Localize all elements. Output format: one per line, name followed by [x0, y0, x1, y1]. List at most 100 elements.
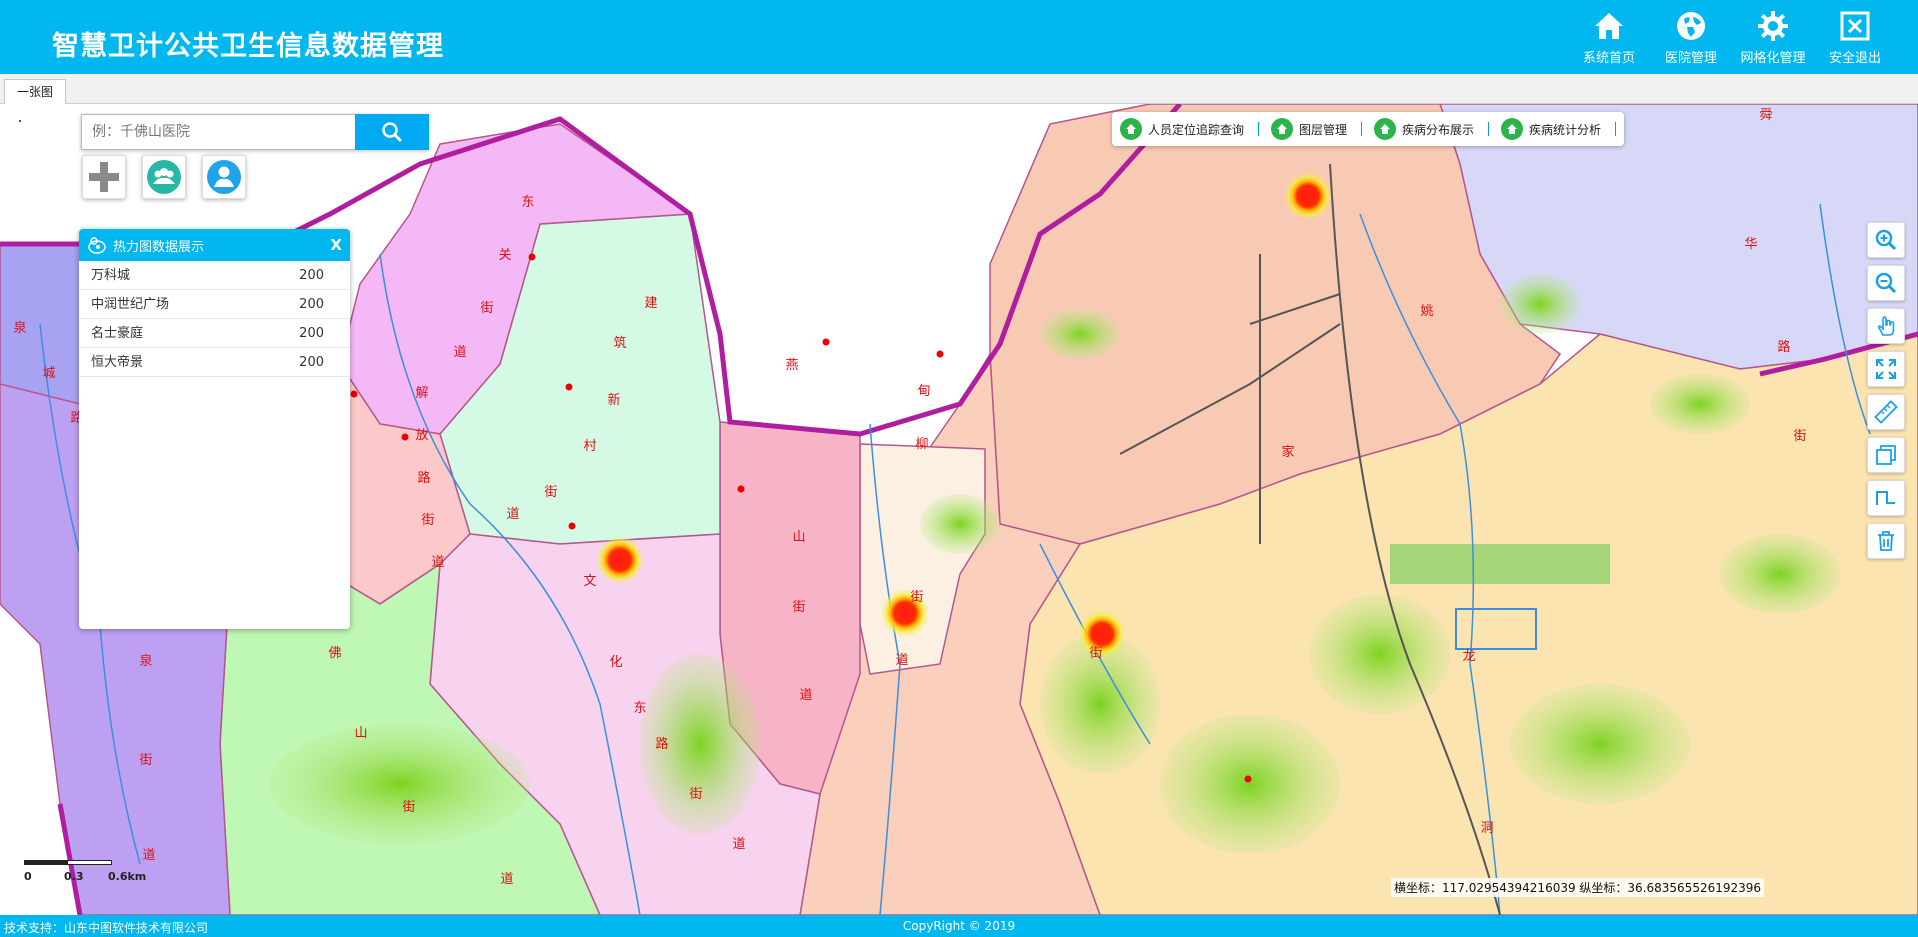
plus-icon: [89, 162, 119, 192]
nav-home[interactable]: 系统首页: [1568, 10, 1650, 66]
label-long: 龙: [1462, 649, 1475, 664]
map-view[interactable]: 东 关 街 道 解 放 路 街 道 建 筑 新 村 街 道 文 化 东 路 街 …: [0, 104, 1918, 915]
coordinate-readout: 横坐标：117.02954394216039 纵坐标：36.6835655261…: [1391, 878, 1765, 897]
scale-label-1: 0.3: [64, 870, 84, 883]
ruler-icon: [1874, 400, 1898, 424]
search-button[interactable]: [355, 114, 429, 150]
home-circle-icon: [1120, 118, 1142, 140]
map-dot: [19, 120, 21, 122]
gear-icon: [1758, 11, 1788, 41]
label-shan2: 山: [354, 726, 367, 741]
label-wen: 文: [583, 574, 596, 589]
label-jie5: 街: [689, 787, 702, 802]
scale-label-2: 0.6km: [108, 870, 147, 883]
nav-grid[interactable]: 网格化管理: [1732, 10, 1814, 66]
map-right-tools: [1867, 222, 1905, 559]
label-jie11: 街: [1793, 429, 1806, 444]
label-dao8: 道: [142, 848, 155, 863]
label-cun: 村: [583, 439, 596, 454]
label-dao5: 道: [799, 688, 812, 703]
tab-one-map[interactable]: 一张图: [4, 79, 67, 104]
label-fang: 放: [415, 428, 428, 443]
label-hua: 化: [609, 655, 622, 670]
nav-hospital[interactable]: 医院管理: [1650, 10, 1732, 66]
nav-logout[interactable]: 安全退出: [1814, 10, 1896, 66]
label-dong2: 东: [633, 701, 646, 716]
nav-hospital-label: 医院管理: [1664, 51, 1717, 66]
measure-area-button[interactable]: [1867, 437, 1905, 473]
label-jie: 街: [480, 301, 493, 316]
zoom-in-button[interactable]: [1867, 222, 1905, 258]
label-dong3: 洞: [1480, 821, 1493, 836]
add-button[interactable]: [82, 155, 126, 199]
menu-layer-management[interactable]: 图层管理: [1271, 118, 1363, 140]
label-dao4: 道: [732, 837, 745, 852]
zoom-out-button[interactable]: [1867, 265, 1905, 301]
menu-disease-distribution[interactable]: 疾病分布展示: [1374, 118, 1490, 140]
label-dong: 东: [521, 195, 534, 210]
clear-button[interactable]: [1867, 523, 1905, 559]
row-name: 中润世纪广场: [91, 297, 170, 312]
menu-label: 疾病分布展示: [1402, 122, 1475, 137]
globe-icon: [1677, 12, 1705, 40]
label-guan: 关: [498, 248, 511, 263]
scale-bar-graphic: [24, 860, 112, 865]
table-row[interactable]: 万科城 200: [79, 261, 350, 290]
label-lu2: 路: [655, 736, 668, 752]
trash-icon: [1878, 531, 1894, 551]
heat-spot-2: [596, 536, 644, 584]
heatmap-panel: 热力图数据展示 X 万科城 200 中润世纪广场 200 名士豪庭 200 恒大帝景 2…: [79, 229, 350, 629]
polyline-icon: [1876, 491, 1895, 505]
close-box-icon: [1840, 11, 1870, 41]
label-zhu: 筑: [613, 335, 626, 351]
row-value: 200: [299, 326, 324, 341]
app-header: 智慧卫计公共卫生信息数据管理 系统首页 医院管理 网格化管理 安全退出: [0, 0, 1918, 74]
label-jie4: 街: [544, 485, 557, 500]
panel-close-button[interactable]: X: [330, 236, 342, 254]
footer: 技术支持：山东中图软件技术有限公司 CopyRight © 2019: [0, 915, 1918, 937]
heat-data-icon: [88, 237, 106, 254]
group-icon: [147, 160, 181, 194]
nav-grid-label: 网格化管理: [1740, 51, 1806, 66]
fullscreen-button[interactable]: [1867, 351, 1905, 387]
home-icon: [1595, 13, 1623, 39]
measure-distance-button[interactable]: [1867, 394, 1905, 430]
label-jie8: 街: [1089, 646, 1102, 661]
zoom-in-icon: [1875, 229, 1897, 251]
label-liu: 柳: [915, 437, 928, 452]
user-button[interactable]: [202, 155, 246, 199]
search-bar: [81, 114, 429, 150]
search-icon: [382, 122, 403, 143]
row-name: 万科城: [91, 268, 131, 283]
menu-person-tracking[interactable]: 人员定位追踪查询: [1120, 118, 1260, 140]
search-input[interactable]: [81, 114, 355, 150]
row-value: 200: [299, 297, 324, 312]
table-row[interactable]: 名士豪庭 200: [79, 319, 350, 348]
home-circle-icon: [1271, 118, 1294, 140]
label-dao7: 道: [500, 872, 513, 887]
label-dao6: 道: [895, 653, 908, 668]
layers-icon: [1876, 445, 1896, 465]
label-cheng: 城: [42, 366, 55, 381]
table-row[interactable]: 恒大帝景 200: [79, 348, 350, 377]
row-name: 恒大帝景: [91, 355, 144, 370]
table-row[interactable]: 中润世纪广场 200: [79, 290, 350, 319]
group-button[interactable]: [142, 155, 186, 199]
row-name: 名士豪庭: [91, 326, 144, 341]
label-dao2: 道: [431, 555, 444, 570]
label-dian: 甸: [917, 384, 930, 399]
zoom-out-icon: [1875, 272, 1897, 294]
pan-button[interactable]: [1867, 308, 1905, 344]
menu-disease-statistics[interactable]: 疾病统计分析: [1501, 118, 1617, 140]
scale-label-0: 0: [24, 870, 32, 883]
label-jian: 建: [644, 296, 657, 311]
label-lu: 路: [417, 470, 430, 486]
home-circle-icon: [1501, 118, 1524, 140]
label-shan: 山: [792, 530, 805, 545]
label-jie9: 街: [402, 800, 415, 815]
polyline-button[interactable]: [1867, 480, 1905, 516]
label-jie7: 街: [910, 590, 923, 605]
nav-home-label: 系统首页: [1582, 51, 1635, 66]
label-quan2: 泉: [139, 653, 152, 669]
label-jie6: 街: [792, 600, 805, 615]
